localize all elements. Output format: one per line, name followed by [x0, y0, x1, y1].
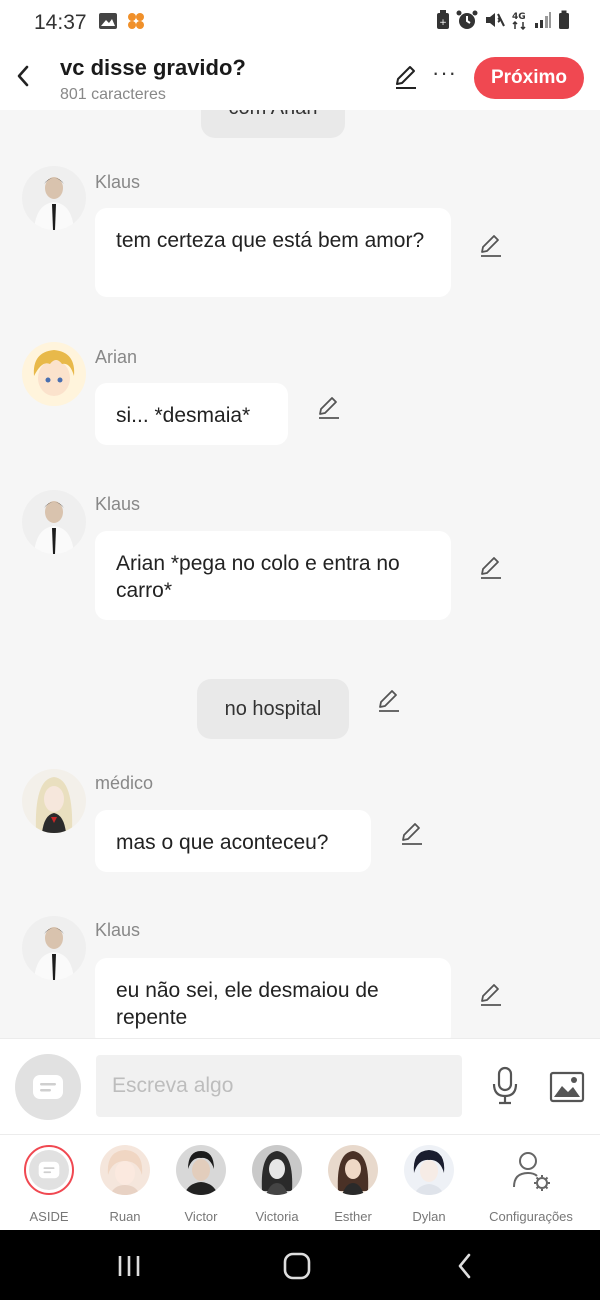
- avatar: [100, 1145, 150, 1195]
- avatar: [252, 1145, 302, 1195]
- battery-saver-icon: +: [437, 10, 449, 29]
- header: vc disse gravido? 801 caracteres ··· Pró…: [0, 44, 600, 110]
- speaker-name: Klaus: [95, 920, 141, 940]
- edit-message-icon[interactable]: [478, 555, 504, 581]
- avatar-klaus[interactable]: [22, 166, 86, 230]
- edit-title-icon[interactable]: [393, 64, 419, 90]
- aside-toggle-button[interactable]: [15, 1054, 81, 1120]
- back-arrow-icon[interactable]: [12, 62, 36, 90]
- character-victoria[interactable]: Victoria: [239, 1145, 315, 1224]
- avatar: [176, 1145, 226, 1195]
- narration-bubble[interactable]: com Arian: [201, 110, 345, 138]
- character-bar: ASIDE Ruan Victor Victoria Esther Dylan: [0, 1134, 600, 1230]
- alarm-icon: [456, 10, 478, 29]
- message-text: Arian *pega no colo e entra no carro*: [116, 552, 400, 602]
- input-bar: [0, 1038, 600, 1134]
- aside-avatar: [24, 1145, 74, 1195]
- character-label: Ruan: [109, 1209, 141, 1224]
- message-text: mas o que aconteceu?: [116, 831, 329, 854]
- character-ruan[interactable]: Ruan: [87, 1145, 163, 1224]
- avatar: [404, 1145, 454, 1195]
- edit-message-icon[interactable]: [478, 233, 504, 259]
- message-text: si... *desmaia*: [116, 404, 251, 427]
- 4g-icon: 4G: [512, 12, 526, 30]
- story-title: vc disse gravido?: [60, 55, 246, 80]
- character-dylan[interactable]: Dylan: [391, 1145, 467, 1224]
- svg-text:+: +: [439, 18, 447, 28]
- avatar-arian[interactable]: [22, 342, 86, 406]
- microphone-icon[interactable]: [489, 1066, 521, 1106]
- chat-area[interactable]: com Arian Klaus tem certeza que está bem…: [0, 110, 600, 1038]
- aside-icon: [38, 1161, 60, 1179]
- edit-message-icon[interactable]: [478, 982, 504, 1008]
- edit-message-icon[interactable]: [376, 688, 402, 714]
- edit-message-icon[interactable]: [316, 395, 342, 421]
- speaker-name: Klaus: [95, 172, 141, 192]
- settings-button[interactable]: Configurações: [483, 1145, 579, 1224]
- message-bubble[interactable]: mas o que aconteceu?: [95, 810, 371, 872]
- image-upload-icon[interactable]: [549, 1071, 585, 1103]
- app-notification-icon: [127, 12, 145, 35]
- message-bubble[interactable]: si... *desmaia*: [95, 383, 288, 445]
- speaker-name: médico: [95, 773, 154, 793]
- character-victor[interactable]: Victor: [163, 1145, 239, 1224]
- status-icons: + 4G: [436, 10, 570, 30]
- status-time: 14:37: [34, 11, 87, 34]
- character-label: Dylan: [412, 1209, 446, 1224]
- recent-apps-icon[interactable]: [116, 1254, 142, 1278]
- avatar-klaus[interactable]: [22, 916, 86, 980]
- speaker-name: Arian: [95, 347, 138, 367]
- message-text: tem certeza que está bem amor?: [116, 229, 425, 252]
- status-bar: 14:37 + 4G: [0, 0, 600, 44]
- message-bubble[interactable]: tem certeza que está bem amor?: [95, 208, 451, 297]
- avatar-klaus[interactable]: [22, 490, 86, 554]
- system-back-icon[interactable]: [455, 1252, 475, 1280]
- next-button[interactable]: Próximo: [474, 57, 584, 99]
- avatar: [328, 1145, 378, 1195]
- aside-icon: [33, 1075, 63, 1099]
- narration-bubble[interactable]: no hospital: [197, 679, 349, 739]
- message-bubble[interactable]: Arian *pega no colo e entra no carro*: [95, 531, 451, 620]
- message-text: eu não sei, ele desmaiou de repente: [116, 979, 379, 1029]
- system-navigation-bar: [0, 1230, 600, 1300]
- battery-icon: [559, 10, 569, 29]
- character-label: Esther: [334, 1209, 372, 1224]
- settings-user-gear-icon: [506, 1145, 556, 1195]
- mute-icon: [486, 13, 505, 27]
- character-label: Victoria: [255, 1209, 299, 1224]
- more-options-button[interactable]: ···: [432, 60, 457, 86]
- character-label: ASIDE: [29, 1209, 69, 1224]
- character-label: Victor: [184, 1209, 218, 1224]
- character-count: 801 caracteres: [60, 86, 166, 103]
- speaker-name: Klaus: [95, 494, 141, 514]
- settings-label: Configurações: [489, 1209, 573, 1224]
- signal-icon: [535, 12, 551, 28]
- narration-text: com Arian: [229, 110, 318, 120]
- message-input[interactable]: [96, 1055, 462, 1117]
- character-esther[interactable]: Esther: [315, 1145, 391, 1224]
- avatar-medico[interactable]: [22, 769, 86, 833]
- character-aside[interactable]: ASIDE: [11, 1145, 87, 1224]
- message-bubble[interactable]: eu não sei, ele desmaiou de repente: [95, 958, 451, 1038]
- narration-text: no hospital: [224, 697, 322, 720]
- image-icon: [98, 12, 118, 35]
- home-icon[interactable]: [283, 1252, 311, 1280]
- edit-message-icon[interactable]: [399, 821, 425, 847]
- svg-text:4G: 4G: [512, 12, 526, 22]
